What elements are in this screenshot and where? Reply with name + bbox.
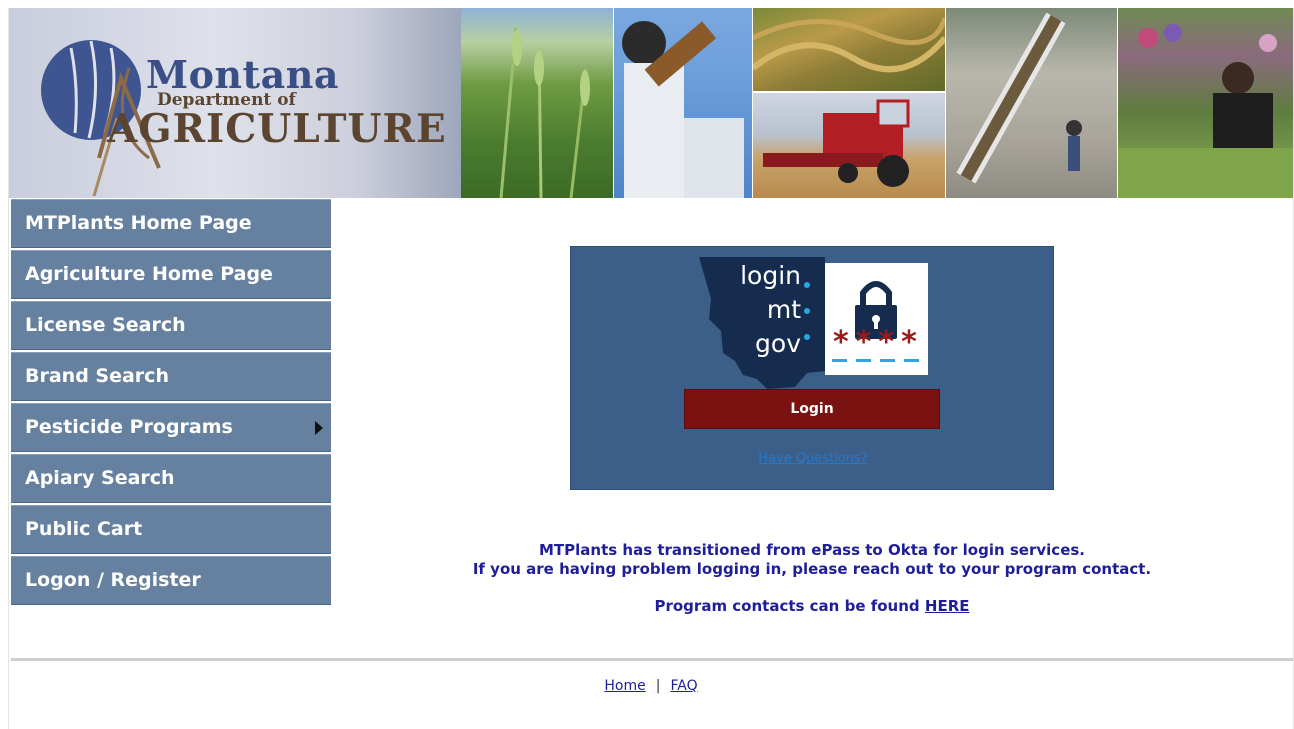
footer-separator: | [655, 678, 661, 694]
program-contacts-message: Program contacts can be found HERE [339, 597, 1285, 615]
program-contacts-text: Program contacts can be found [654, 597, 920, 615]
sidebar-item-mtplants-home[interactable]: MTPlants Home Page [11, 199, 331, 248]
beekeeper-photo [614, 8, 752, 198]
sidebar-item-license-search[interactable]: License Search [11, 301, 331, 350]
footer-home-link[interactable]: Home [604, 678, 645, 694]
sidebar-item-pesticide-programs[interactable]: Pesticide Programs [11, 403, 331, 452]
sidebar-nav: MTPlants Home Page Agriculture Home Page… [11, 199, 331, 607]
logo-login-text: login [740, 261, 801, 290]
page-frame: Montana Department of AGRICULTURE MTPlan… [8, 8, 1294, 729]
submenu-arrow-icon [315, 421, 323, 435]
sidebar-item-label: Agriculture Home Page [25, 263, 273, 285]
sidebar-item-label: Public Cart [25, 518, 143, 540]
program-contacts-here-link[interactable]: HERE [925, 597, 970, 615]
department-logo[interactable]: Montana Department of AGRICULTURE [9, 8, 469, 198]
sidebar-item-label: Apiary Search [25, 467, 175, 489]
sidebar-item-brand-search[interactable]: Brand Search [11, 352, 331, 401]
transition-message-line2: If you are having problem logging in, pl… [472, 560, 1152, 578]
sidebar-item-label: Pesticide Programs [25, 416, 233, 438]
logo-gov-text: gov [755, 329, 801, 358]
login-button[interactable]: Login [684, 389, 940, 429]
logo-agriculture-text: AGRICULTURE [107, 106, 447, 152]
combine-harvester-photo [753, 93, 945, 198]
sidebar-item-label: Logon / Register [25, 569, 201, 591]
sidebar-item-label: License Search [25, 314, 186, 336]
footer-links: Home | FAQ [9, 678, 1293, 694]
footer-faq-link[interactable]: FAQ [670, 678, 697, 694]
sidebar-item-public-cart[interactable]: Public Cart [11, 505, 331, 554]
transition-message-line1: MTPlants has transitioned from ePass to … [538, 541, 1085, 559]
farmers-market-photo [1118, 8, 1293, 198]
sidebar-item-label: MTPlants Home Page [25, 212, 252, 234]
logo-password-stars: **** [833, 325, 924, 360]
grain-field-photo [753, 8, 945, 91]
sidebar-item-agriculture-home[interactable]: Agriculture Home Page [11, 250, 331, 299]
sidebar-item-logon-register[interactable]: Logon / Register [11, 556, 331, 605]
conveyor-photo [946, 8, 1117, 198]
login-panel: login mt gov **** Login Have Questions? [570, 246, 1054, 490]
wheat-field-photo [461, 8, 613, 198]
header-banner: Montana Department of AGRICULTURE [9, 8, 1293, 198]
sidebar-item-label: Brand Search [25, 365, 169, 387]
footer-divider [11, 658, 1293, 661]
have-questions-link[interactable]: Have Questions? [571, 451, 1055, 466]
logo-mt-text: mt [766, 295, 801, 324]
sidebar-item-apiary-search[interactable]: Apiary Search [11, 454, 331, 503]
